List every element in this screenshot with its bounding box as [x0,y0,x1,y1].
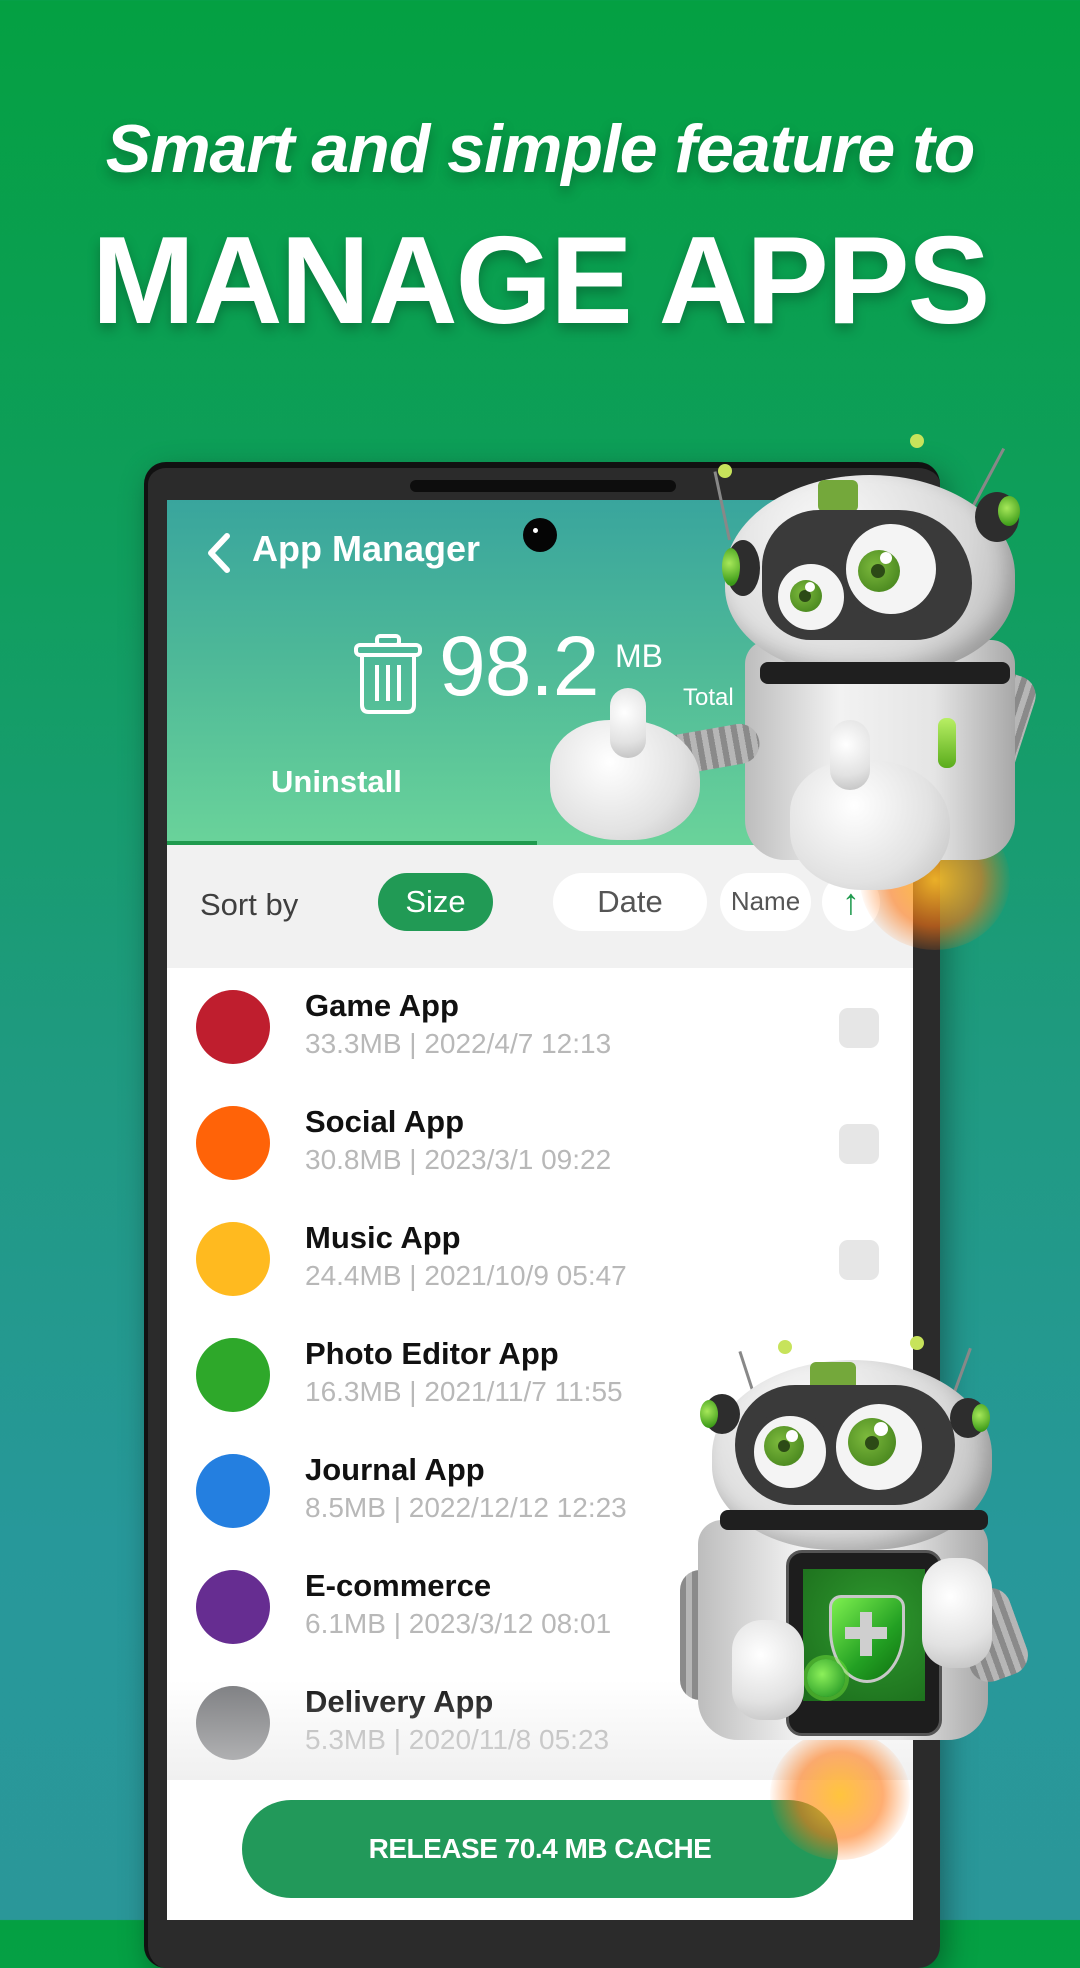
app-checkbox[interactable] [839,1124,879,1164]
tablet-device [786,1550,942,1736]
app-icon [196,1338,270,1412]
antenna [713,471,731,541]
chevron-left-icon [208,533,230,573]
robot-led [938,718,956,768]
app-name: E-commerce [305,1568,492,1603]
app-meta: 6.1MB | 2023/3/12 08:01 [305,1608,612,1639]
robot-eye-glint [805,582,815,592]
robot-ear-light [998,496,1020,526]
robot-eye-glint [880,552,892,564]
list-item[interactable]: Music App 24.4MB | 2021/10/9 05:47 [167,1202,913,1318]
promo-tagline: Smart and simple feature to [105,111,976,187]
app-name: Music App [305,1220,461,1255]
robot-thumb [610,688,646,758]
app-title: App Manager [252,528,481,569]
app-name: Game App [305,988,459,1023]
app-checkbox[interactable] [839,1240,879,1280]
antenna-tip [778,1340,792,1354]
trash-icon [354,634,422,714]
app-icon [196,1686,270,1760]
antenna-tip [910,434,924,448]
robot-ear-light [700,1400,718,1428]
robot-eye-glint [786,1430,798,1442]
robot-pupil [778,1440,790,1452]
robot-pupil [865,1436,879,1450]
plus-icon [845,1627,887,1639]
app-icon [196,1222,270,1296]
app-name: Photo Editor App [305,1336,559,1371]
app-name: Social App [305,1104,465,1139]
list-item[interactable]: Social App 30.8MB | 2023/3/1 09:22 [167,1086,913,1202]
app-name: Journal App [305,1452,485,1487]
robot-ear-light [722,548,740,586]
robot-ear-light [972,1404,990,1432]
robot-hand [732,1620,804,1720]
promo-headline: MANAGE APPS [91,212,991,350]
antenna-tip [910,1336,924,1350]
sort-size-chip[interactable]: Size [378,873,493,931]
antenna-tip [718,464,732,478]
robot-pupil [871,564,885,578]
robot-head-patch [818,480,858,512]
robot-neck [760,662,1010,684]
app-icon [196,990,270,1064]
robot-mascot-bottom [660,1330,1080,1920]
robot-neck [720,1510,988,1530]
app-meta: 5.3MB | 2020/11/8 05:23 [305,1724,610,1755]
back-button[interactable] [201,530,237,576]
robot-mascot-top [540,430,1080,950]
app-meta: 33.3MB | 2022/4/7 12:13 [305,1028,612,1059]
app-icon [196,1570,270,1644]
virus-icon [807,1659,845,1697]
app-meta: 16.3MB | 2021/11/7 11:55 [305,1376,623,1407]
tab-uninstall[interactable]: Uninstall [271,764,402,800]
app-meta: 24.4MB | 2021/10/9 05:47 [305,1260,627,1291]
robot-hand [922,1558,992,1668]
robot-thumb [830,720,870,790]
app-icon [196,1454,270,1528]
rocket-flame [770,1730,910,1860]
robot-hand [790,760,950,890]
tablet-screen [803,1569,925,1701]
app-icon [196,1106,270,1180]
app-meta: 8.5MB | 2022/12/12 12:23 [305,1492,627,1523]
list-item[interactable]: Game App 33.3MB | 2022/4/7 12:13 [167,970,913,1086]
app-meta: 30.8MB | 2023/3/1 09:22 [305,1144,612,1175]
app-name: Delivery App [305,1684,494,1719]
robot-eye-glint [874,1422,888,1436]
app-checkbox[interactable] [839,1008,879,1048]
sort-by-label: Sort by [200,887,299,922]
